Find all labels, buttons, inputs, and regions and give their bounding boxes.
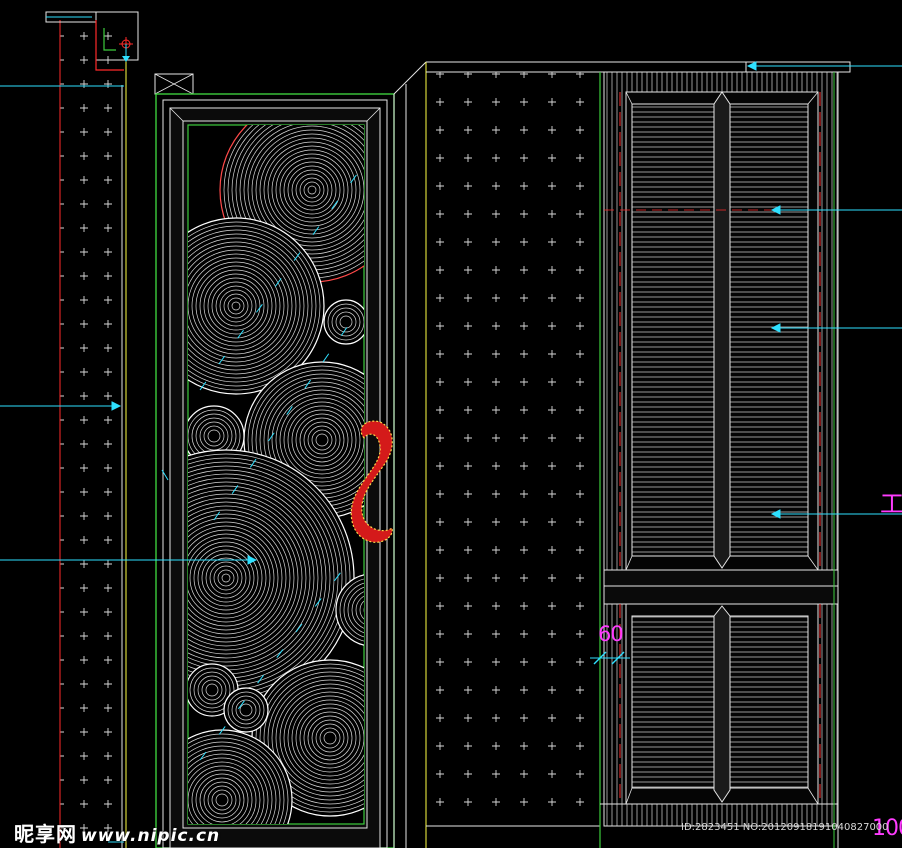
dimension-60-label: 60 xyxy=(598,622,624,646)
cad-drawing-canvas xyxy=(0,11,902,848)
watermark-url: www.nipic.cn xyxy=(81,826,221,846)
watermark-brand: 昵享网 www.nipic.cn xyxy=(14,818,220,847)
spiral-pattern-icon xyxy=(188,125,364,824)
dotted-hatch-icon xyxy=(428,72,600,826)
watermark-id: ID:2823451 NO:20120918191040827000 xyxy=(681,822,889,833)
door-head-marker xyxy=(154,73,194,95)
cabinet-elevation xyxy=(600,71,839,848)
cabinet-lower-doors xyxy=(619,603,821,805)
cabinet-upper-doors xyxy=(604,91,838,571)
watermark-brand-text: 昵享网 xyxy=(14,822,77,846)
cabinet-label: 工 xyxy=(880,490,902,518)
dotted-hatch-icon xyxy=(60,20,122,848)
left-wall-section xyxy=(59,20,127,848)
